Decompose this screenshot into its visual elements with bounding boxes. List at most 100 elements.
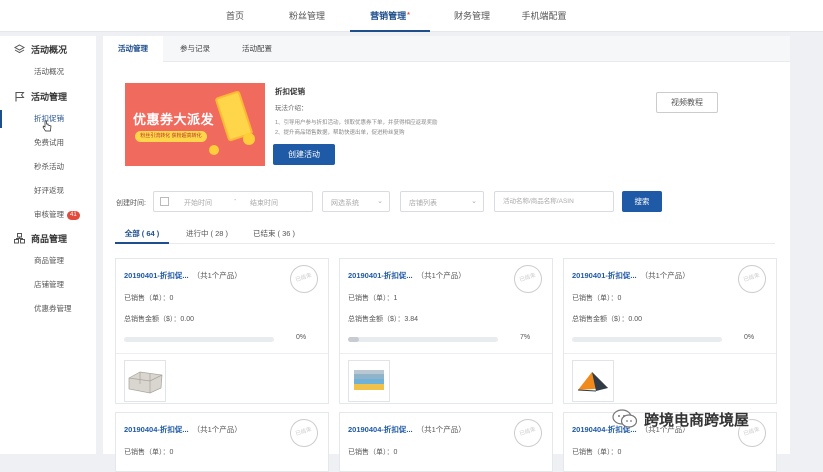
divider: [564, 353, 776, 354]
sidebar-item-label: 审核管理: [34, 210, 64, 219]
tab-in-progress[interactable]: 进行中 ( 28 ): [177, 223, 237, 244]
intro-line: 2、提升商品销售数据，帮助快速出单，促进粉丝复购: [275, 130, 405, 136]
search-button[interactable]: 搜索: [622, 191, 662, 212]
top-tab-marketing-label: 营销管理: [370, 11, 407, 21]
sidebar: 活动概况 活动概况 活动管理 折扣促销 免费试用 秒杀活动 好评返现 审核管理 4…: [0, 36, 96, 454]
chevron-down-icon: ⌄: [377, 198, 383, 205]
banner-subtitle: 粉丝引流转化 获粉超高转化: [135, 131, 207, 142]
shop-select[interactable]: 店铺列表 ⌄: [400, 191, 484, 212]
sold-count: 已销售（单）：0: [124, 295, 174, 302]
top-tab-finance[interactable]: 财务管理: [443, 0, 501, 32]
card-product-count: （共1个产品）: [416, 425, 466, 434]
end-time-placeholder[interactable]: 结束时间: [250, 198, 278, 208]
promo-banner: 优惠券大派发 粉丝引流转化 获粉超高转化: [125, 83, 265, 166]
tab-ended[interactable]: 已结束 ( 36 ): [245, 223, 303, 244]
status-tabs: 全部 ( 64 ) 进行中 ( 28 ) 已结束 ( 36 ): [115, 223, 775, 244]
progress-percent: 0%: [744, 334, 755, 341]
divider: [340, 353, 552, 354]
sidebar-group-products[interactable]: 商品管理: [0, 229, 96, 247]
tab-activity-config[interactable]: 活动配置: [227, 36, 287, 62]
card-product-count: （共1个产品）: [192, 271, 242, 280]
product-thumbnail[interactable]: [572, 360, 614, 402]
activity-card[interactable]: 20190401-折扣促... （共1个产品） 已结束 已销售（单）：0 总销售金…: [563, 258, 777, 404]
new-dot: *: [407, 12, 410, 19]
tab-all[interactable]: 全部 ( 64 ): [115, 223, 169, 244]
site-select-value: 网选系统: [331, 200, 359, 207]
video-tutorial-button[interactable]: 视频教程: [656, 92, 718, 113]
sidebar-item-review-manage[interactable]: 审核管理 41: [0, 206, 96, 224]
progress-bar: [348, 337, 498, 342]
ended-stamp: 已结束: [286, 415, 322, 451]
ended-stamp: 已结束: [734, 261, 770, 297]
sub-tabs: 活动管理 参与记录 活动配置: [103, 36, 790, 62]
banner-title: 优惠券大派发: [133, 112, 215, 127]
ended-stamp: 已结束: [286, 261, 322, 297]
create-activity-button[interactable]: 创建活动: [273, 144, 335, 165]
intro-line: 1、引导用户参与折扣活动，领取优惠券下单，并获得相应返现奖励: [275, 120, 438, 126]
shop-select-value: 店铺列表: [409, 200, 437, 207]
main-panel: 活动管理 参与记录 活动配置 优惠券大派发 粉丝引流转化 获粉超高转化 折扣促销…: [103, 36, 790, 472]
tile-product-image: [128, 371, 163, 394]
wechat-icon: [612, 409, 638, 428]
sold-count: 已销售（单）：0: [572, 449, 622, 456]
cluster-icon: [14, 232, 25, 244]
hand-cursor-icon: [42, 120, 52, 132]
card-product-count: （共1个产品）: [416, 271, 466, 280]
sidebar-item-coupons[interactable]: 优惠券管理: [0, 300, 96, 318]
sidebar-group-label: 活动概况: [31, 44, 68, 55]
top-tab-marketing[interactable]: 营销管理*: [350, 0, 430, 32]
sidebar-group-overview[interactable]: 活动概况: [0, 40, 96, 58]
progress-bar: [124, 337, 274, 342]
chevron-down-icon: ⌄: [471, 198, 477, 205]
top-tab-home[interactable]: 首页: [210, 0, 260, 32]
product-thumbnail[interactable]: [348, 360, 390, 402]
progress-percent: 7%: [520, 334, 531, 341]
flag-icon: [14, 91, 25, 102]
sales-amount: 总销售金额（$）：0.00: [572, 316, 643, 323]
sidebar-item-products[interactable]: 商品管理: [0, 252, 96, 270]
ended-stamp: 已结束: [510, 261, 546, 297]
tab-activity-manage[interactable]: 活动管理: [103, 36, 163, 62]
range-separator: -: [234, 197, 237, 204]
sidebar-item-shops[interactable]: 店铺管理: [0, 276, 96, 294]
activity-card[interactable]: 20190401-折扣促... （共1个产品） 已结束 已销售（单）：1 总销售金…: [339, 258, 553, 404]
progress-fill: [348, 337, 359, 342]
start-time-placeholder[interactable]: 开始时间: [184, 198, 212, 208]
sold-count: 已销售（单）：0: [348, 449, 398, 456]
coin-illustration: [209, 145, 219, 155]
card-title[interactable]: 20190401-折扣促... （共1个产品）: [348, 270, 466, 281]
site-select[interactable]: 网选系统 ⌄: [322, 191, 390, 212]
card-title[interactable]: 20190404-折扣促... （共1个产品）: [348, 424, 466, 435]
card-product-count: （共1个产品）: [640, 271, 690, 280]
sold-count: 已销售（单）：1: [348, 295, 398, 302]
layers-icon: [14, 43, 25, 55]
sidebar-group-activity[interactable]: 活动管理: [0, 87, 96, 105]
sidebar-group-label: 活动管理: [31, 91, 68, 102]
progress-bar: [572, 337, 722, 342]
date-range-picker[interactable]: 开始时间 - 结束时间: [153, 191, 313, 212]
sold-count: 已销售（单）：0: [572, 295, 622, 302]
ended-stamp: 已结束: [510, 415, 546, 451]
sidebar-item-free-trial[interactable]: 免费试用: [0, 134, 96, 152]
activity-card[interactable]: 20190401-折扣促... （共1个产品） 已结束 已销售（单）：0 总销售金…: [115, 258, 329, 404]
sidebar-item-overview[interactable]: 活动概况: [0, 63, 96, 81]
activity-card[interactable]: 20190404-折扣促... （共1个产品） 已结束 已销售（单）：0: [115, 412, 329, 472]
sidebar-item-review-cashback[interactable]: 好评返现: [0, 182, 96, 200]
activity-card[interactable]: 20190404-折扣促... （共1个产品） 已结束 已销售（单）：0: [339, 412, 553, 472]
card-title[interactable]: 20190401-折扣促... （共1个产品）: [572, 270, 690, 281]
progress-percent: 0%: [296, 334, 307, 341]
top-tab-fans[interactable]: 粉丝管理: [278, 0, 336, 32]
sidebar-item-flash-sale[interactable]: 秒杀活动: [0, 158, 96, 176]
search-input[interactable]: [495, 192, 613, 211]
card-product-count: （共1个产品）: [192, 425, 242, 434]
card-title[interactable]: 20190404-折扣促... （共1个产品）: [124, 424, 242, 435]
intro-label: 玩法介绍：: [275, 105, 308, 112]
towel-product-image: [354, 370, 384, 390]
product-thumbnail[interactable]: [124, 360, 166, 402]
watermark-text: 跨境电商跨境屋: [644, 411, 750, 429]
tab-participation-records[interactable]: 参与记录: [165, 36, 225, 62]
coin-illustration: [243, 133, 255, 145]
top-tab-mobile[interactable]: 手机端配置: [504, 0, 584, 32]
card-title[interactable]: 20190401-折扣促... （共1个产品）: [124, 270, 242, 281]
sold-count: 已销售（单）：0: [124, 449, 174, 456]
